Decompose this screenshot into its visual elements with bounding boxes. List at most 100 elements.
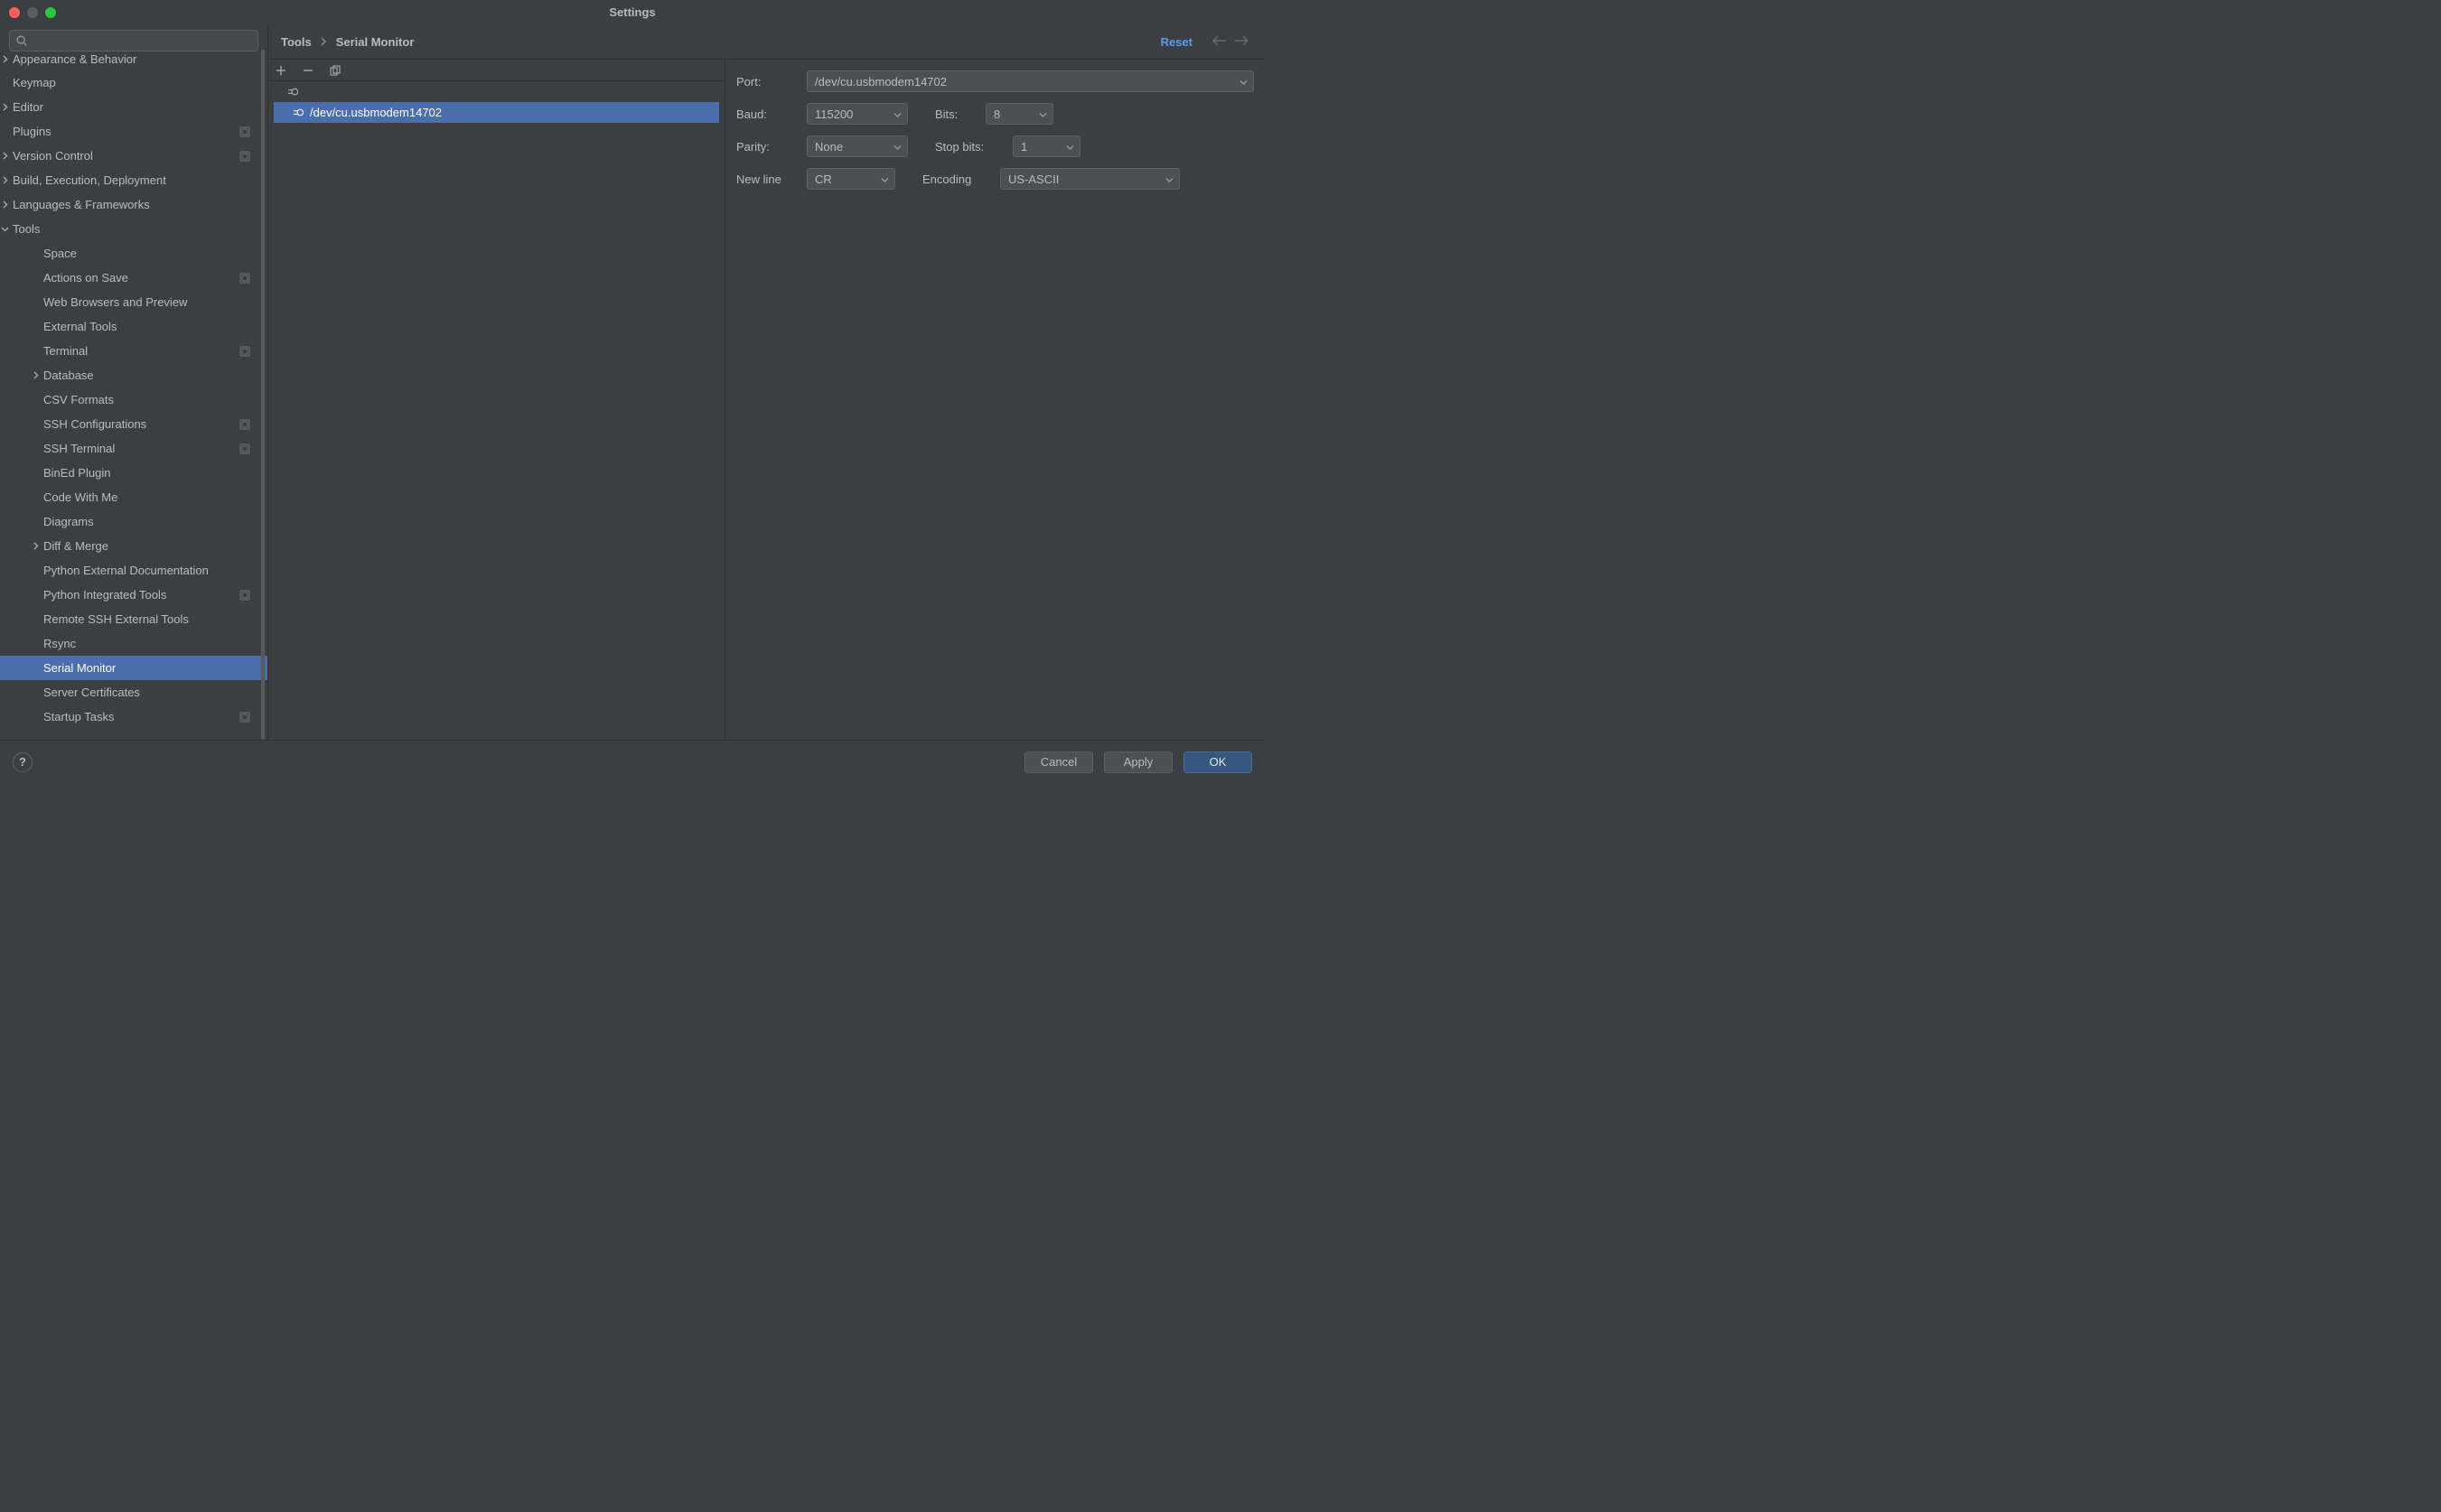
chevron-down-icon <box>1165 173 1174 186</box>
nav-label: SSH Terminal <box>43 442 238 455</box>
port-select[interactable]: /dev/cu.usbmodem14702 <box>807 70 1254 92</box>
nav-label: Plugins <box>13 125 238 138</box>
nav-item-python-external-documentation[interactable]: Python External Documentation <box>0 558 267 583</box>
nav-item-appearance-behavior[interactable]: Appearance & Behavior <box>0 50 267 70</box>
settings-nav[interactable]: Appearance & Behavior KeymapEditor Plugins… <box>0 50 267 740</box>
port-label: Port: <box>736 75 790 89</box>
nav-item-rsync[interactable]: Rsync <box>0 631 267 656</box>
profile-row[interactable]: /dev/cu.usbmodem14702 <box>274 102 719 123</box>
nav-label: Python Integrated Tools <box>43 588 238 602</box>
nav-item-tools[interactable]: Tools <box>0 217 267 241</box>
footer: ? Cancel Apply OK <box>0 740 1265 783</box>
parity-select[interactable]: None <box>807 135 908 157</box>
help-button[interactable]: ? <box>13 752 33 772</box>
nav-label: Languages & Frameworks <box>13 198 267 211</box>
nav-label: Python External Documentation <box>43 564 267 577</box>
nav-label: Version Control <box>13 149 238 163</box>
nav-item-code-with-me[interactable]: Code With Me <box>0 485 267 509</box>
bits-label: Bits: <box>935 107 969 121</box>
forward-icon[interactable] <box>1234 35 1249 49</box>
chevron-down-icon <box>893 107 902 121</box>
baud-select[interactable]: 115200 <box>807 103 908 125</box>
reset-link[interactable]: Reset <box>1161 35 1192 49</box>
project-badge-icon <box>238 126 251 138</box>
chevron-down-icon <box>1039 107 1047 121</box>
nav-label: Startup Tasks <box>43 710 238 723</box>
titlebar: Settings <box>0 0 1265 24</box>
chevron-down-icon <box>893 140 902 154</box>
nav-item-startup-tasks[interactable]: Startup Tasks <box>0 705 267 729</box>
profile-row[interactable] <box>268 81 725 102</box>
profile-list[interactable]: /dev/cu.usbmodem14702 <box>268 81 725 740</box>
nav-item-bined-plugin[interactable]: BinEd Plugin <box>0 461 267 485</box>
nav-item-web-browsers-and-preview[interactable]: Web Browsers and Preview <box>0 290 267 314</box>
breadcrumb-root: Tools <box>281 35 312 49</box>
nav-item-external-tools[interactable]: External Tools <box>0 314 267 339</box>
chevron-down-icon <box>881 173 889 186</box>
newline-label: New line <box>736 173 790 186</box>
newline-select[interactable]: CR <box>807 168 895 190</box>
topbar: Tools Serial Monitor Reset <box>268 24 1265 59</box>
parity-label: Parity: <box>736 140 790 154</box>
back-icon[interactable] <box>1212 35 1227 49</box>
window-title: Settings <box>0 5 1265 19</box>
baud-label: Baud: <box>736 107 790 121</box>
nav-item-keymap[interactable]: Keymap <box>0 70 267 95</box>
nav-item-python-integrated-tools[interactable]: Python Integrated Tools <box>0 583 267 607</box>
remove-button[interactable] <box>301 63 315 78</box>
chevron-right-icon <box>0 199 11 211</box>
plug-icon <box>292 107 304 119</box>
nav-label: CSV Formats <box>43 393 267 406</box>
ok-button[interactable]: OK <box>1183 751 1252 773</box>
nav-item-remote-ssh-external-tools[interactable]: Remote SSH External Tools <box>0 607 267 631</box>
window-controls <box>0 7 56 18</box>
nav-label: Serial Monitor <box>43 661 267 675</box>
port-value: /dev/cu.usbmodem14702 <box>815 75 947 89</box>
maximize-window-button[interactable] <box>45 7 56 18</box>
nav-label: External Tools <box>43 320 267 333</box>
nav-item-ssh-terminal[interactable]: SSH Terminal <box>0 436 267 461</box>
nav-item-diff-merge[interactable]: Diff & Merge <box>0 534 267 558</box>
project-badge-icon <box>238 272 251 285</box>
chevron-right-icon <box>321 35 327 49</box>
parity-value: None <box>815 140 843 154</box>
nav-item-csv-formats[interactable]: CSV Formats <box>0 387 267 412</box>
encoding-select[interactable]: US-ASCII <box>1000 168 1180 190</box>
search-input[interactable] <box>9 30 258 51</box>
nav-item-plugins[interactable]: Plugins <box>0 119 267 144</box>
chevron-right-icon <box>29 540 42 553</box>
nav-item-languages-frameworks[interactable]: Languages & Frameworks <box>0 192 267 217</box>
nav-label: Actions on Save <box>43 271 238 285</box>
nav-label: Appearance & Behavior <box>13 52 267 66</box>
nav-item-diagrams[interactable]: Diagrams <box>0 509 267 534</box>
project-badge-icon <box>238 150 251 163</box>
add-button[interactable] <box>274 63 288 78</box>
nav-item-build-execution-deployment[interactable]: Build, Execution, Deployment <box>0 168 267 192</box>
nav-item-serial-monitor[interactable]: Serial Monitor <box>0 656 267 680</box>
project-badge-icon <box>238 345 251 358</box>
cancel-button[interactable]: Cancel <box>1024 751 1093 773</box>
nav-item-space[interactable]: Space <box>0 241 267 266</box>
apply-button[interactable]: Apply <box>1104 751 1173 773</box>
stopbits-value: 1 <box>1021 140 1027 154</box>
bits-select[interactable]: 8 <box>986 103 1053 125</box>
nav-item-editor[interactable]: Editor <box>0 95 267 119</box>
plug-icon <box>286 86 299 98</box>
copy-button[interactable] <box>328 63 342 78</box>
nav-item-database[interactable]: Database <box>0 363 267 387</box>
stopbits-select[interactable]: 1 <box>1013 135 1080 157</box>
nav-item-ssh-configurations[interactable]: SSH Configurations <box>0 412 267 436</box>
nav-item-actions-on-save[interactable]: Actions on Save <box>0 266 267 290</box>
close-window-button[interactable] <box>9 7 20 18</box>
nav-item-server-certificates[interactable]: Server Certificates <box>0 680 267 705</box>
chevron-right-icon <box>0 174 11 187</box>
nav-item-version-control[interactable]: Version Control <box>0 144 267 168</box>
profile-list-pane: /dev/cu.usbmodem14702 <box>268 60 725 740</box>
minimize-window-button[interactable] <box>27 7 38 18</box>
nav-item-terminal[interactable]: Terminal <box>0 339 267 363</box>
chevron-right-icon <box>0 52 11 65</box>
nav-label: Tools <box>13 222 267 236</box>
nav-label: Web Browsers and Preview <box>43 295 267 309</box>
chevron-right-icon <box>29 369 42 382</box>
nav-label: Terminal <box>43 344 238 358</box>
